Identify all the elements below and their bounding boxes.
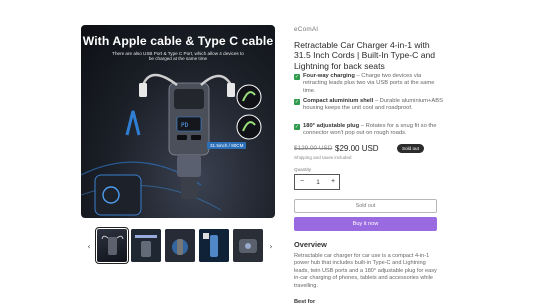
check-icon: ✓	[294, 74, 300, 80]
product-title: Retractable Car Charger 4-in-1 with 31.5…	[294, 40, 436, 71]
plus-button[interactable]: +	[328, 178, 338, 185]
feature-item: ✓ Compact aluminium shell – Durable alum…	[294, 98, 444, 113]
feature-heading: Compact aluminium shell	[303, 98, 374, 104]
chevron-right-icon[interactable]: ›	[267, 242, 275, 251]
feature-item: ✓ 180° adjustable plug – Rotates for a s…	[294, 123, 444, 138]
thumbnail-5[interactable]	[233, 229, 263, 262]
overview-text: Retractable car charger for car use is a…	[294, 253, 437, 289]
compare-at-price: $129.00 USD	[294, 145, 333, 152]
hero-title: With Apple cable & Type C cable	[82, 34, 274, 48]
quantity-label: Quantity	[294, 167, 312, 172]
thumbnail-strip: ‹ ›	[81, 227, 275, 264]
check-icon: ✓	[294, 124, 300, 130]
quantity-input[interactable]: 1	[313, 179, 323, 186]
thumbnail-4[interactable]	[199, 229, 229, 262]
svg-text:PD: PD	[181, 122, 189, 129]
sold-out-button[interactable]: Sold out	[294, 199, 437, 213]
minus-button[interactable]: −	[297, 178, 307, 185]
buy-now-button[interactable]: Buy it now	[294, 217, 437, 231]
sale-price: $29.00 USD	[335, 144, 379, 153]
overview-heading: Overview	[294, 240, 327, 249]
check-icon: ✓	[294, 99, 300, 105]
quantity-stepper: − 1 +	[294, 174, 340, 190]
cable-length-tag: 31.5inch / 80CM	[207, 142, 247, 149]
price-row: $129.00 USD $29.00 USD Sold out	[294, 144, 444, 154]
main-product-image[interactable]: PD With Apple cable & Type C cable There…	[81, 25, 275, 218]
thumbnail-1[interactable]	[95, 227, 129, 264]
sold-out-badge: Sold out	[397, 144, 424, 153]
feature-heading: Four-way charging	[303, 73, 355, 79]
feature-heading: 180° adjustable plug	[303, 123, 360, 129]
best-for-heading: Best for	[294, 299, 316, 305]
tax-note: Shipping and taxes included	[294, 155, 352, 160]
feature-item: ✓ Four-way charging – Charge two devices…	[294, 73, 444, 95]
hero-subtitle: There are also USB Port & Type C Port, w…	[112, 51, 244, 62]
vendor-name: eComAI	[294, 26, 319, 33]
thumbnail-2[interactable]	[131, 229, 161, 262]
thumbnail-3[interactable]	[165, 229, 195, 262]
chevron-left-icon[interactable]: ‹	[85, 242, 93, 251]
